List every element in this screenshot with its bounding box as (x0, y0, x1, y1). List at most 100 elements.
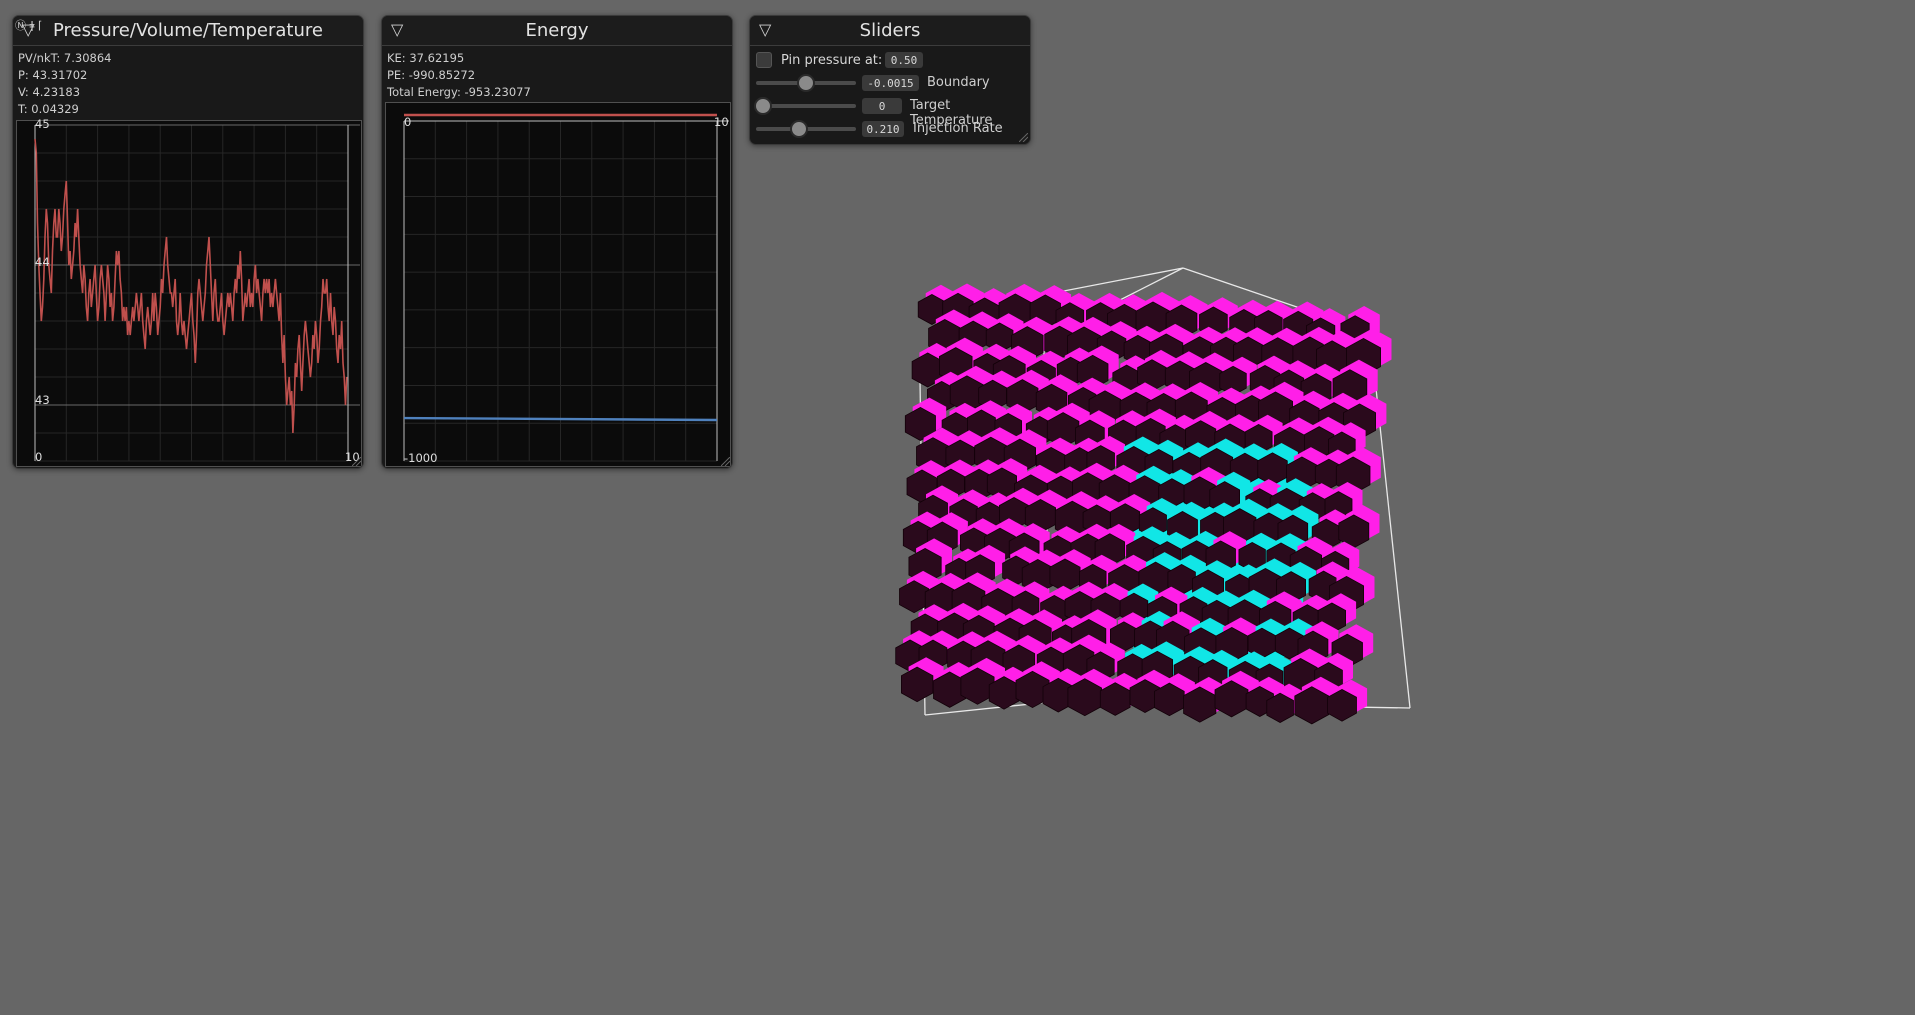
boundary-slider-track[interactable] (756, 74, 856, 92)
magenta-particle (1011, 581, 1050, 621)
cyan-particle (1277, 505, 1319, 549)
magenta-particle (1075, 410, 1115, 453)
injection-rate-value[interactable]: 0.210 (862, 121, 904, 137)
magenta-particle (1321, 541, 1360, 582)
particle-shadow-face (1036, 646, 1066, 678)
cyan-particle (1117, 643, 1159, 687)
particle-lit-face (1084, 345, 1119, 383)
energy-titlebar[interactable]: ▽ Energy (382, 16, 732, 46)
magenta-particle (1340, 306, 1380, 348)
resize-grip-icon[interactable] (721, 457, 730, 466)
pin-pressure-value[interactable]: 0.50 (885, 52, 923, 68)
magenta-particle (1068, 377, 1109, 421)
particle-shadow-face (960, 667, 995, 705)
magenta-particle (1274, 417, 1317, 462)
cyan-particle (1116, 436, 1162, 485)
particle-shadow-face (1056, 356, 1085, 387)
particle-lit-face (1256, 558, 1293, 599)
magenta-particle (1266, 683, 1304, 723)
magenta-particle (1214, 414, 1256, 458)
particle-lit-face (1206, 297, 1238, 332)
particle-shadow-face (1036, 446, 1067, 481)
particle-shadow-face (895, 639, 925, 673)
resize-grip-icon[interactable] (1019, 133, 1028, 142)
particle-shadow-face (1244, 423, 1273, 455)
particle-shadow-face (1245, 685, 1274, 717)
collapse-triangle-icon[interactable]: ▽ (391, 20, 403, 39)
particle-lit-face (1051, 526, 1082, 560)
particle-lit-face (1305, 621, 1339, 658)
particle-lit-face (908, 657, 944, 696)
particle-lit-face (1094, 642, 1125, 676)
particle-lit-face (1257, 355, 1291, 392)
magenta-particle (1327, 679, 1368, 722)
boundary-slider-knob[interactable] (797, 74, 815, 92)
particle-shadow-face (1075, 419, 1105, 453)
sliders-titlebar[interactable]: ▽ Sliders (750, 16, 1030, 46)
particle-lit-face (1141, 610, 1177, 650)
particle-shadow-face (1072, 472, 1104, 507)
particle-shadow-face (1335, 456, 1371, 495)
particle-lit-face (989, 578, 1025, 618)
energy-plot[interactable]: 0 10 -1000 (385, 102, 731, 467)
magenta-particle (1273, 360, 1315, 404)
pvt-window[interactable]: Ⓝ ǂ ⌈ ▽ Pressure/Volume/Temperature PV/n… (12, 15, 364, 469)
particle-shadow-face (965, 554, 995, 587)
particle-shadow-face (1298, 492, 1327, 523)
particle-shadow-face (1094, 533, 1125, 567)
magenta-particle (1112, 355, 1151, 396)
injection-rate-slider-track[interactable] (756, 120, 856, 138)
particle-lit-face (1026, 609, 1062, 649)
cyan-core-region (1120, 440, 1310, 690)
target-temperature-slider-track[interactable] (754, 97, 856, 115)
collapse-triangle-icon[interactable]: ▽ (759, 20, 771, 39)
particle-lit-face (1146, 498, 1178, 532)
magenta-particle (899, 570, 940, 614)
magenta-particle (1026, 350, 1066, 392)
energy-window[interactable]: ▽ Energy KE: 37.62195 PE: -990.85272 Tot… (381, 15, 733, 469)
particle-lit-face (993, 313, 1024, 347)
magenta-particle (1129, 669, 1171, 713)
stat-pe: PE: -990.85272 (387, 68, 476, 82)
pin-pressure-checkbox[interactable] (756, 52, 772, 68)
particle-shadow-face (1054, 500, 1090, 539)
particle-lit-face (1029, 549, 1065, 588)
target-temperature-value[interactable]: 0 (862, 98, 902, 114)
x-tick-10: 10 (714, 115, 729, 129)
magenta-particle (902, 511, 944, 555)
particle-shadow-face (1181, 540, 1212, 574)
injection-rate-slider-knob[interactable] (790, 120, 809, 138)
particle-shadow-face (1328, 431, 1356, 462)
particle-lit-face (903, 630, 936, 666)
sliders-window[interactable]: ▽ Sliders Pin pressure at: 0.50 -0.0015 … (749, 15, 1031, 145)
cyan-particle (1181, 530, 1222, 574)
magenta-particle (1174, 382, 1219, 428)
resize-grip-icon[interactable] (352, 457, 361, 466)
bounding-box-edge (1042, 267, 1184, 296)
particle-shadow-face (1126, 535, 1161, 574)
pvt-plot[interactable]: 45 44 43 0 10 (16, 117, 362, 467)
particle-shadow-face (1229, 452, 1260, 486)
target-temperature-slider-knob[interactable] (754, 97, 772, 115)
particle-shadow-face (1006, 379, 1039, 415)
particle-shadow-face (1116, 446, 1152, 485)
pvt-titlebar[interactable]: Ⓝ ǂ ⌈ ▽ Pressure/Volume/Temperature (13, 16, 363, 46)
collapse-triangle-icon[interactable]: ▽ (22, 20, 34, 39)
boundary-value[interactable]: -0.0015 (862, 75, 919, 91)
particle-shadow-face (1003, 438, 1036, 475)
particle-shadow-face (918, 639, 948, 672)
particle-shadow-face (1329, 575, 1364, 615)
magenta-particle (984, 518, 1027, 563)
particle-shadow-face (973, 353, 1001, 384)
particle-lit-face (1006, 487, 1040, 524)
particle-lit-face (926, 485, 959, 521)
particle-lit-face (1078, 523, 1116, 565)
magenta-particle (1156, 611, 1200, 658)
particle-lit-face (1125, 643, 1159, 681)
cyan-particle (1128, 465, 1171, 511)
magenta-particle (1052, 615, 1090, 655)
particle-lit-face (934, 371, 967, 407)
particle-lit-face (1266, 591, 1302, 630)
particle-shadow-face (984, 527, 1016, 563)
magenta-particle (1297, 621, 1339, 665)
